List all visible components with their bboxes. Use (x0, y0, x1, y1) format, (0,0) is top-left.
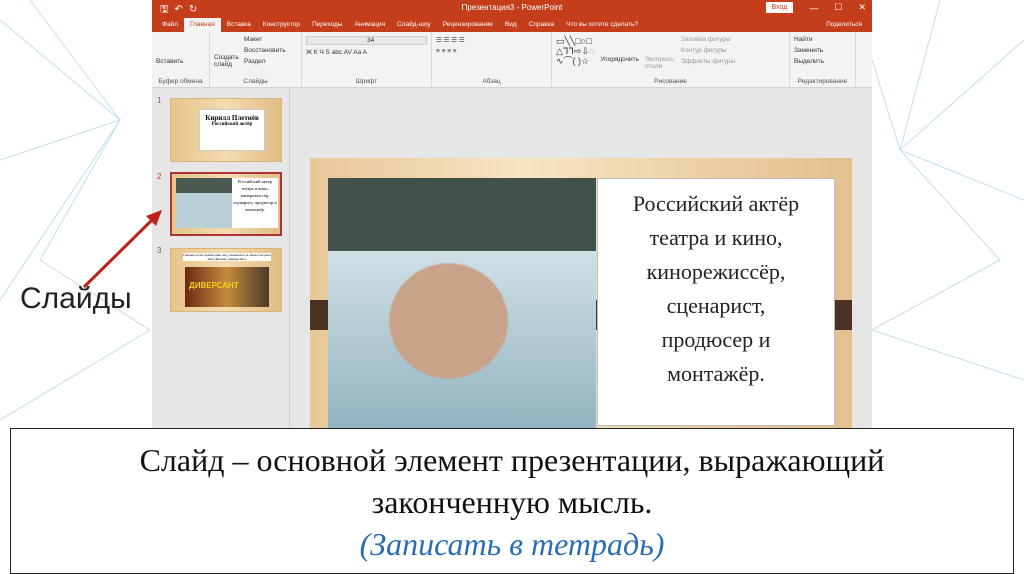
ribbon-tabs: Файл Главная Вставка Конструктор Переход… (152, 16, 872, 32)
font-size-select[interactable]: 34 (306, 36, 427, 45)
slides-group-label: Слайды (243, 78, 268, 85)
tab-slideshow[interactable]: Слайд-шоу (391, 21, 437, 32)
paste-button[interactable]: Вставить (156, 58, 205, 65)
slide-number: 3 (157, 246, 162, 255)
paragraph-group-label: Абзац (482, 78, 501, 85)
poster-title: ДИВЕРСАНТ (189, 281, 239, 290)
slide-thumbnail-1[interactable]: Кирилл Плетнёв Российский актёр (170, 98, 282, 162)
thumb-text: Российский актер театра и кино, кинорежи… (232, 178, 278, 228)
window-title: Презентация3 - PowerPoint (461, 3, 563, 12)
clipboard-group-label: Буфер обмена (158, 78, 203, 85)
login-button[interactable]: Вход (765, 2, 794, 13)
shape-fill-button[interactable]: Заливка фигуры (681, 36, 735, 43)
font-format-buttons[interactable]: Ж К Ч S abc AV Aa A (306, 49, 427, 56)
maximize-icon[interactable]: ☐ (834, 2, 842, 13)
slide-thumbnail-3[interactable]: Первые роли, принесшие ему узнаваемость.… (170, 248, 282, 312)
title-bar: 🖫↶↻ Презентация3 - PowerPoint Вход — ☐ ✕ (152, 0, 872, 16)
section-button[interactable]: Раздел (244, 58, 286, 65)
tab-animations[interactable]: Анимация (348, 21, 391, 32)
actor-photo (328, 178, 596, 430)
align-buttons[interactable]: ≡ ≡ ≡ ≡ (436, 48, 547, 55)
caption-note: (Записать в тетрадь) (359, 526, 665, 562)
tab-transitions[interactable]: Переходы (306, 21, 349, 32)
tab-home[interactable]: Главная (183, 18, 221, 32)
tab-review[interactable]: Рецензирование (437, 21, 499, 32)
close-icon[interactable]: ✕ (858, 2, 866, 13)
font-group-label: Шрифт (355, 78, 378, 85)
drawing-group-label: Рисование (654, 78, 687, 85)
slide-number: 1 (157, 96, 162, 105)
layout-button[interactable]: Макет (244, 36, 286, 43)
tab-design[interactable]: Конструктор (257, 21, 306, 32)
slide-canvas[interactable]: Российский актёр театра и кино, кинорежи… (310, 158, 852, 430)
replace-button[interactable]: Заменить (794, 47, 851, 54)
thumb-photo (176, 178, 232, 228)
reset-button[interactable]: Восстановить (244, 47, 286, 54)
shape-outline-button[interactable]: Контур фигуры (681, 47, 735, 54)
powerpoint-window: 🖫↶↻ Презентация3 - PowerPoint Вход — ☐ ✕ Фа… (152, 0, 872, 430)
caption-text: Слайд – основной элемент презентации, вы… (139, 442, 885, 520)
tab-help[interactable]: Справка (523, 21, 561, 32)
ribbon: Вставить Буфер обмена Создать слайд Макет В… (152, 32, 872, 88)
tab-view[interactable]: Вид (499, 21, 523, 32)
caption-box: Слайд – основной элемент презентации, вы… (10, 428, 1014, 574)
thumb-title: Кирилл Плетнёв (205, 114, 259, 122)
slide-thumbnails-pane: 1 Кирилл Плетнёв Российский актёр 2 Росс… (152, 88, 290, 430)
slide-thumbnail-2[interactable]: Российский актер театра и кино, кинорежи… (170, 172, 282, 236)
list-buttons[interactable]: ☰ ☰ ☰ ☰ (436, 36, 547, 44)
thumb-text: Первые роли, принесшие ему узнаваемость.… (183, 253, 271, 261)
minimize-icon[interactable]: — (809, 3, 818, 13)
thumb-poster: ДИВЕРСАНТ (185, 267, 269, 307)
share-button[interactable]: Поделиться (820, 21, 872, 32)
find-button[interactable]: Найти (794, 36, 851, 43)
shape-effects-button[interactable]: Эффекты фигуры (681, 58, 735, 65)
tab-file[interactable]: Файл (156, 21, 184, 32)
thumb-subtitle: Российский актёр (211, 122, 253, 127)
shapes-gallery[interactable]: ▭╲╲□○□ △ᒣᒣ⇨⇩◌ ∿⌒( )☆ (556, 36, 594, 83)
editing-group-label: Редактирование (797, 78, 848, 85)
slide-number: 2 (157, 172, 162, 181)
tab-insert[interactable]: Вставка (221, 21, 257, 32)
select-button[interactable]: Выделить (794, 58, 851, 65)
slide-textbox[interactable]: Российский актёр театра и кино, кинорежи… (597, 178, 835, 426)
tell-me-input[interactable]: Что вы хотите сделать? (560, 21, 644, 32)
slides-label: Слайды (20, 282, 132, 315)
